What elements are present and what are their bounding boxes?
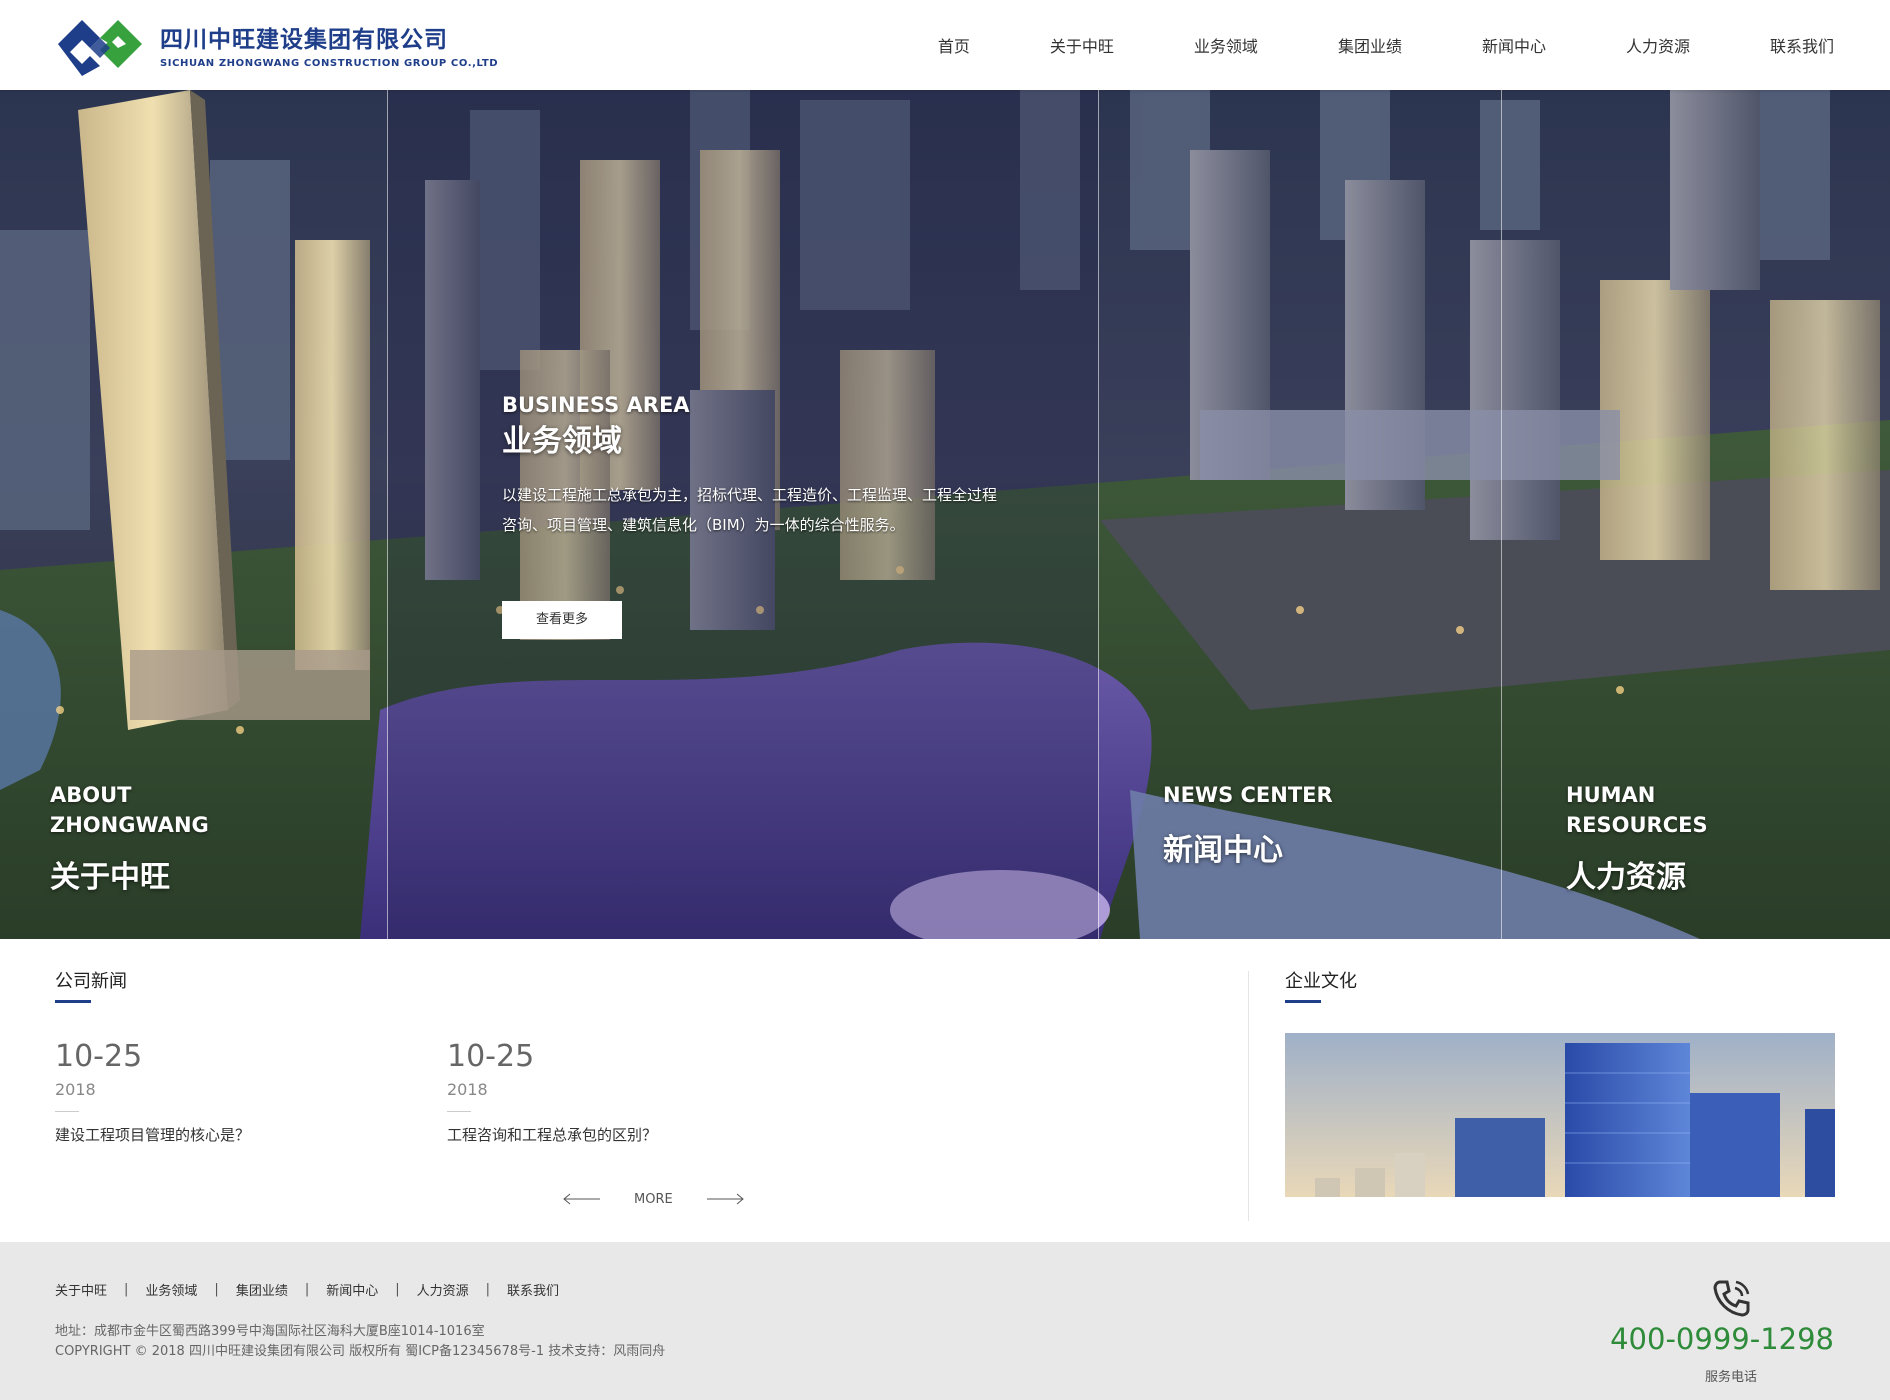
- footer-separator: |: [485, 1282, 491, 1297]
- news-title-link[interactable]: 工程咨询和工程总承包的区别？: [447, 1124, 777, 1145]
- nav-about[interactable]: 关于中旺: [1050, 33, 1114, 57]
- business-description: 以建设工程施工总承包为主，招标代理、工程造价、工程监理、工程全过程咨询、项目管理…: [502, 486, 998, 534]
- hero-panel-hr[interactable]: HUMAN RESOURCES 人力资源: [1502, 90, 1890, 939]
- news-en-title: NEWS CENTER: [1163, 783, 1333, 807]
- logo-company-name-en: SICHUAN ZHONGWANG CONSTRUCTION GROUP CO.…: [160, 57, 499, 69]
- title-underline: [1285, 1000, 1321, 1003]
- nav-home[interactable]: 首页: [938, 33, 970, 57]
- footer-link-about[interactable]: 关于中旺: [55, 1280, 107, 1299]
- footer-link-hr[interactable]: 人力资源: [417, 1280, 469, 1299]
- business-cn-title: 业务领域: [502, 424, 622, 459]
- news-item[interactable]: 10-25 2018 建设工程项目管理的核心是？: [55, 1039, 385, 1145]
- footer-address: 地址：成都市金牛区蜀西路399号中海国际社区海科大厦B座1014-1016室: [55, 1324, 485, 1339]
- arrow-right-icon[interactable]: [703, 1191, 747, 1207]
- footer-link-performance[interactable]: 集团业绩: [236, 1280, 288, 1299]
- site-header: 四川中旺建设集团有限公司 SICHUAN ZHONGWANG CONSTRUCT…: [0, 0, 1890, 90]
- news-date: 10-25: [55, 1039, 143, 1074]
- about-cn-title: 关于中旺: [50, 860, 170, 895]
- company-logo[interactable]: 四川中旺建设集团有限公司 SICHUAN ZHONGWANG CONSTRUCT…: [54, 12, 498, 76]
- hero-panel-business[interactable]: BUSINESS AREA 业务领域 以建设工程施工总承包为主，招标代理、工程造…: [388, 90, 1098, 939]
- news-year: 2018: [55, 1080, 96, 1099]
- news-separator: [55, 1111, 79, 1112]
- hr-en-line1: HUMAN: [1566, 783, 1656, 807]
- about-en-line1: ABOUT: [50, 783, 132, 807]
- site-footer: 关于中旺 | 业务领域 | 集团业绩 | 新闻中心 | 人力资源 | 联系我们 …: [0, 1242, 1890, 1400]
- footer-separator: |: [124, 1282, 129, 1297]
- section-divider: [1248, 971, 1249, 1221]
- nav-hr[interactable]: 人力资源: [1626, 33, 1690, 57]
- news-item[interactable]: 10-25 2018 工程咨询和工程总承包的区别？: [447, 1039, 777, 1145]
- nav-contact[interactable]: 联系我们: [1770, 33, 1834, 57]
- service-phone-label: 服务电话: [1705, 1370, 1758, 1385]
- view-more-button[interactable]: 查看更多: [502, 601, 622, 639]
- logo-company-name: 四川中旺建设集团有限公司: [160, 26, 448, 53]
- footer-separator: |: [395, 1282, 400, 1297]
- news-year: 2018: [447, 1080, 488, 1099]
- news-date: 10-25: [447, 1039, 535, 1074]
- arrow-left-icon[interactable]: [560, 1191, 604, 1207]
- company-news-title: 公司新闻: [55, 971, 127, 992]
- footer-separator: |: [304, 1282, 310, 1297]
- hero-panel-about[interactable]: ABOUT ZHONGWANG 关于中旺: [0, 90, 387, 939]
- hero-banner: ABOUT ZHONGWANG 关于中旺 BUSINESS AREA 业务领域 …: [0, 90, 1890, 939]
- news-cn-title: 新闻中心: [1163, 833, 1283, 868]
- nav-performance[interactable]: 集团业绩: [1338, 33, 1402, 57]
- main-nav: 首页 关于中旺 业务领域 集团业绩 新闻中心 人力资源 联系我们: [858, 0, 1834, 90]
- footer-copyright: COPYRIGHT © 2018 四川中旺建设集团有限公司 版权所有 蜀ICP备…: [55, 1344, 666, 1359]
- title-underline: [55, 1000, 91, 1003]
- culture-title: 企业文化: [1285, 971, 1357, 992]
- footer-link-contact[interactable]: 联系我们: [507, 1280, 559, 1299]
- footer-separator: |: [214, 1282, 219, 1297]
- more-link[interactable]: MORE: [634, 1192, 673, 1207]
- footer-links: 关于中旺 | 业务领域 | 集团业绩 | 新闻中心 | 人力资源 | 联系我们: [55, 1280, 559, 1299]
- service-phone-number[interactable]: 400-0999-1298: [1610, 1322, 1834, 1356]
- hr-en-line2: RESOURCES: [1566, 813, 1708, 837]
- hr-cn-title: 人力资源: [1566, 860, 1686, 895]
- footer-link-news[interactable]: 新闻中心: [326, 1280, 378, 1299]
- culture-image[interactable]: [1285, 1033, 1835, 1197]
- footer-link-business[interactable]: 业务领域: [145, 1280, 197, 1299]
- culture-building-image: [1285, 1033, 1835, 1197]
- hero-panel-news[interactable]: NEWS CENTER 新闻中心: [1099, 90, 1501, 939]
- about-en-line2: ZHONGWANG: [50, 813, 209, 837]
- news-title-link[interactable]: 建设工程项目管理的核心是？: [55, 1124, 385, 1145]
- news-pager: MORE: [560, 1191, 747, 1207]
- news-separator: [447, 1111, 471, 1112]
- news-section: 公司新闻 10-25 2018 建设工程项目管理的核心是？ 10-25 2018…: [0, 939, 1890, 1242]
- phone-icon: [1713, 1280, 1750, 1317]
- nav-news[interactable]: 新闻中心: [1482, 33, 1546, 57]
- nav-business[interactable]: 业务领域: [1194, 33, 1258, 57]
- logo-mark-icon: [58, 20, 142, 76]
